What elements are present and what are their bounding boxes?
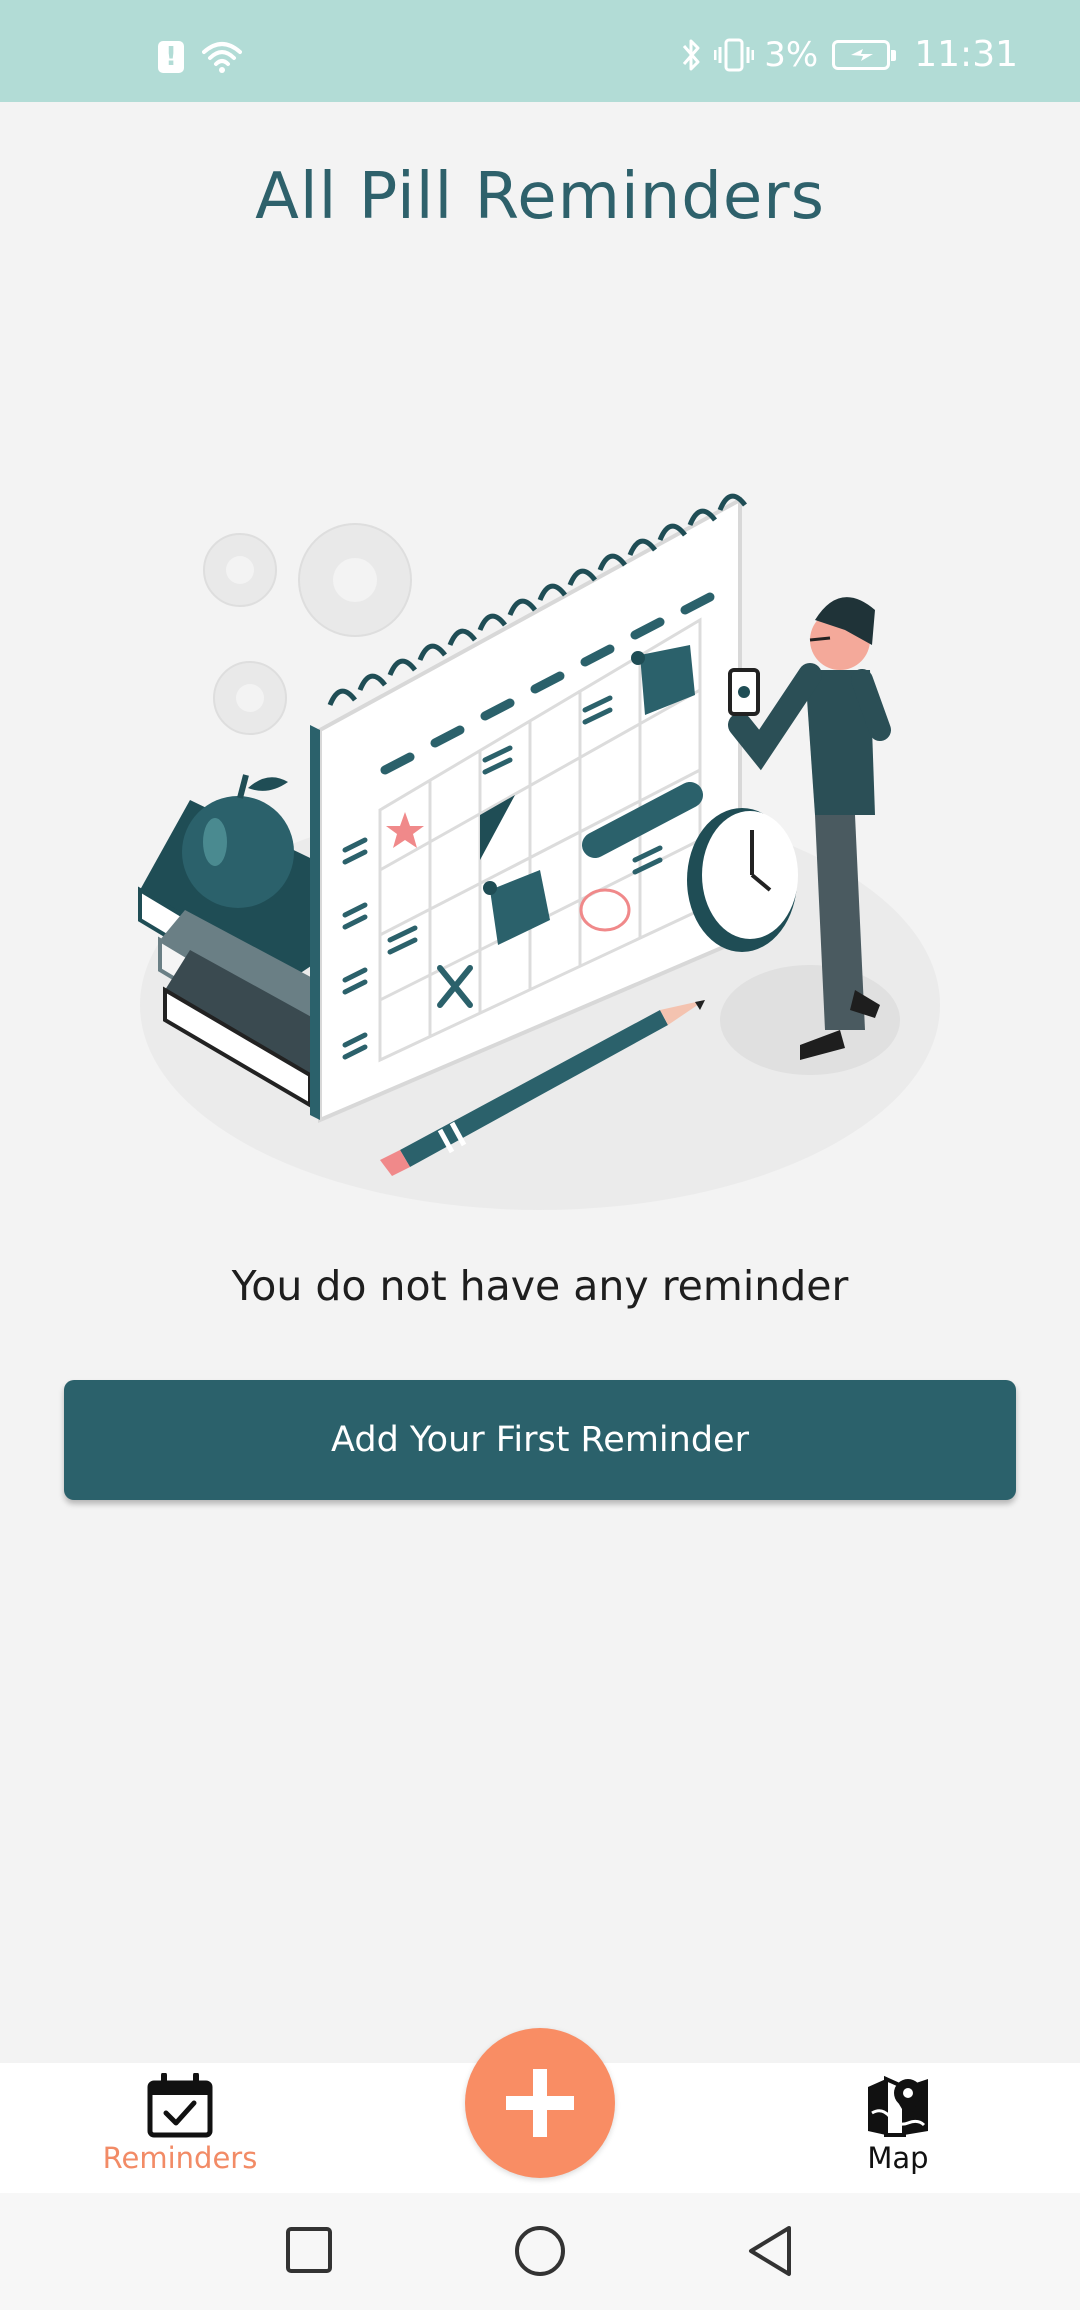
back-icon[interactable]: [745, 2223, 795, 2279]
nav-item-map[interactable]: Map: [798, 2073, 998, 2175]
status-left-icons: !: [158, 40, 242, 74]
recent-apps-icon[interactable]: [284, 2223, 334, 2277]
map-pin-icon: [868, 2075, 928, 2137]
calendar-illustration: [138, 493, 940, 1210]
add-first-reminder-button[interactable]: Add Your First Reminder: [64, 1380, 1016, 1500]
nav-item-reminders[interactable]: Reminders: [80, 2073, 280, 2175]
nav-label-reminders: Reminders: [102, 2141, 258, 2175]
alert-icon: !: [158, 41, 184, 73]
empty-state-message: You do not have any reminder: [231, 1262, 849, 1310]
clock-time: 11:31: [914, 34, 1018, 75]
page-title: All Pill Reminders: [255, 160, 825, 234]
vibrate-icon: [714, 38, 755, 71]
wifi-icon: [202, 42, 242, 73]
system-navigation-bar: [0, 2193, 1080, 2310]
home-icon[interactable]: [512, 2223, 568, 2279]
battery-percent: 3%: [764, 34, 819, 75]
battery-charging-icon: [832, 39, 897, 70]
nav-label-map: Map: [867, 2141, 929, 2175]
plus-icon: [506, 2069, 574, 2137]
bluetooth-icon: [683, 39, 700, 70]
add-reminder-fab[interactable]: [465, 2028, 615, 2178]
status-bar: ! 3% 11:31: [0, 0, 1080, 102]
calendar-check-icon: [147, 2073, 213, 2138]
status-right-icons: 3% 11:31: [680, 34, 1018, 75]
